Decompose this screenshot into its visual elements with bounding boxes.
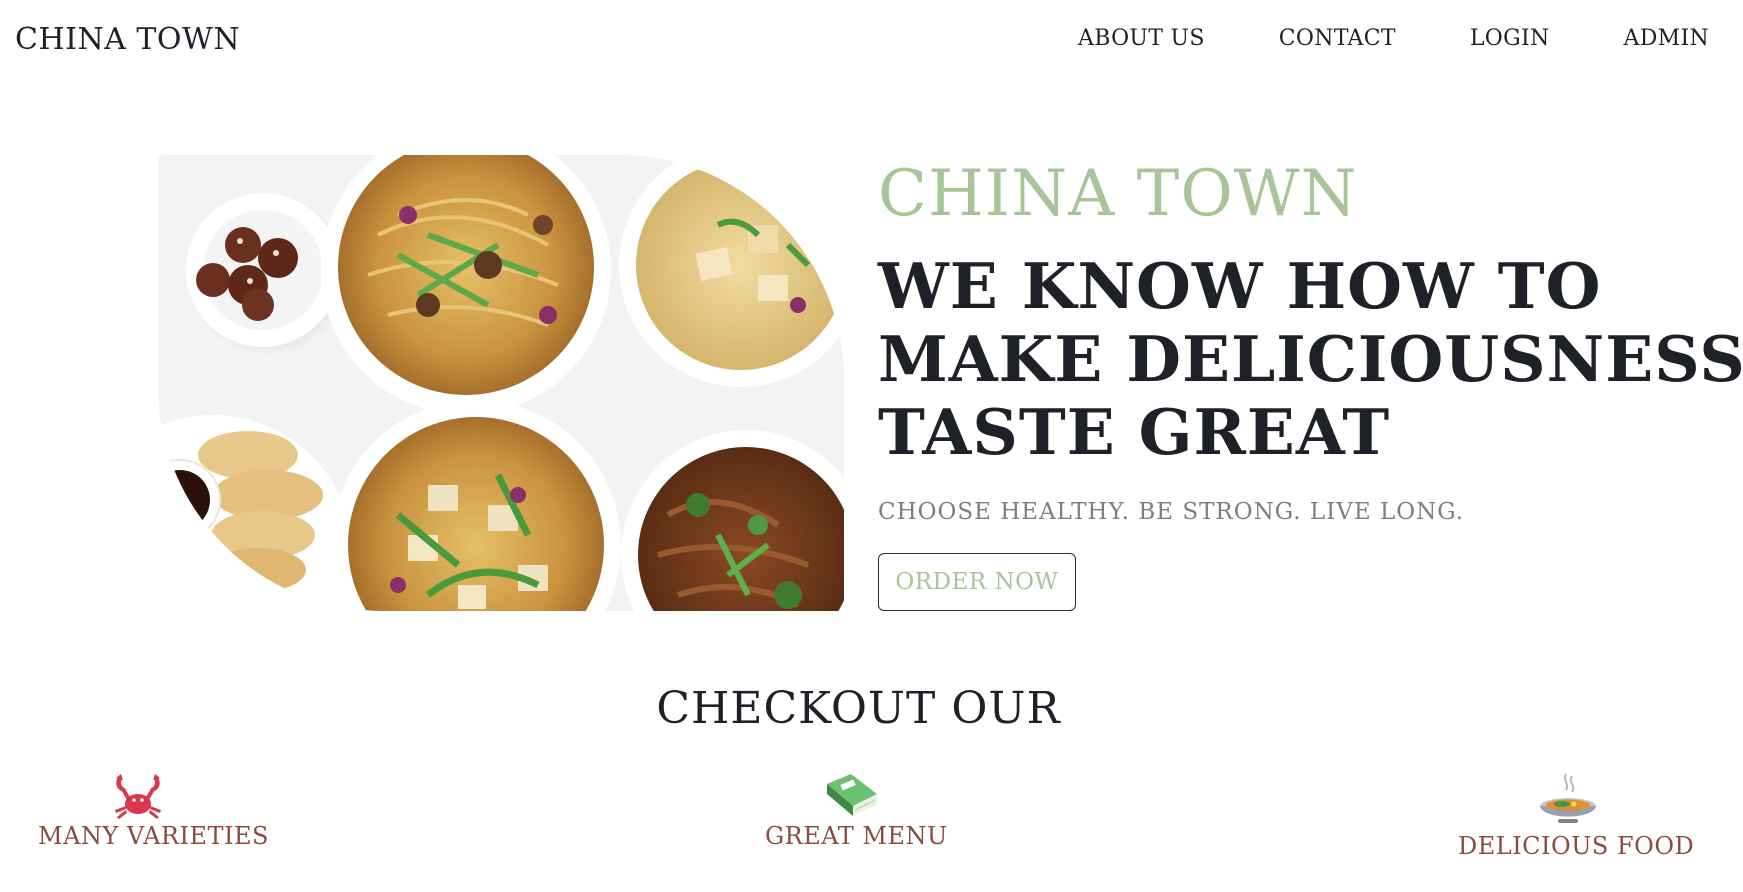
book-icon	[827, 774, 877, 816]
checkout-title: CHECKOUT OUR	[656, 683, 1061, 734]
nav-links: ABOUT US CONTACT LOGIN ADMIN	[1078, 26, 1709, 51]
feature-delicious-food: DELICIOUS FOOD	[1458, 772, 1695, 860]
nav-about-us[interactable]: ABOUT US	[1078, 26, 1205, 51]
hero-subbrand: CHINA TOWN	[878, 157, 1358, 231]
soup-bowl-icon	[1540, 773, 1596, 823]
nav-admin[interactable]: ADMIN	[1624, 26, 1710, 51]
feature-many-varieties: MANY VARIETIES	[38, 772, 269, 850]
hero-text: CHINA TOWN WE KNOW HOW TO MAKE DELICIOUS…	[878, 157, 1743, 611]
hero-tagline: CHOOSE HEALTHY. BE STRONG. LIVE LONG.	[878, 499, 1465, 525]
hero-headline: WE KNOW HOW TO MAKE DELICIOUSNESS TASTE …	[878, 249, 1743, 469]
nav-login[interactable]: LOGIN	[1470, 26, 1550, 51]
hero-headline-line-2: MAKE DELICIOUSNESS	[878, 322, 1743, 396]
hero-headline-line-3: TASTE GREAT	[878, 395, 1391, 469]
feature-label-delicious-food: DELICIOUS FOOD	[1458, 832, 1695, 860]
nav-contact[interactable]: CONTACT	[1279, 26, 1396, 51]
food-bowls-illustration	[158, 155, 844, 611]
crab-icon	[115, 774, 161, 819]
feature-label-great-menu: GREAT MENU	[765, 822, 948, 850]
order-now-button[interactable]: ORDER NOW	[878, 553, 1076, 611]
hero-food-image	[158, 155, 844, 611]
navbar: CHINA TOWN ABOUT US CONTACT LOGIN ADMIN	[0, 0, 1743, 80]
hero-headline-line-1: WE KNOW HOW TO	[878, 249, 1602, 323]
brand-logo[interactable]: CHINA TOWN	[15, 22, 240, 57]
feature-label-many-varieties: MANY VARIETIES	[38, 822, 269, 850]
feature-great-menu: GREAT MENU	[765, 772, 948, 850]
